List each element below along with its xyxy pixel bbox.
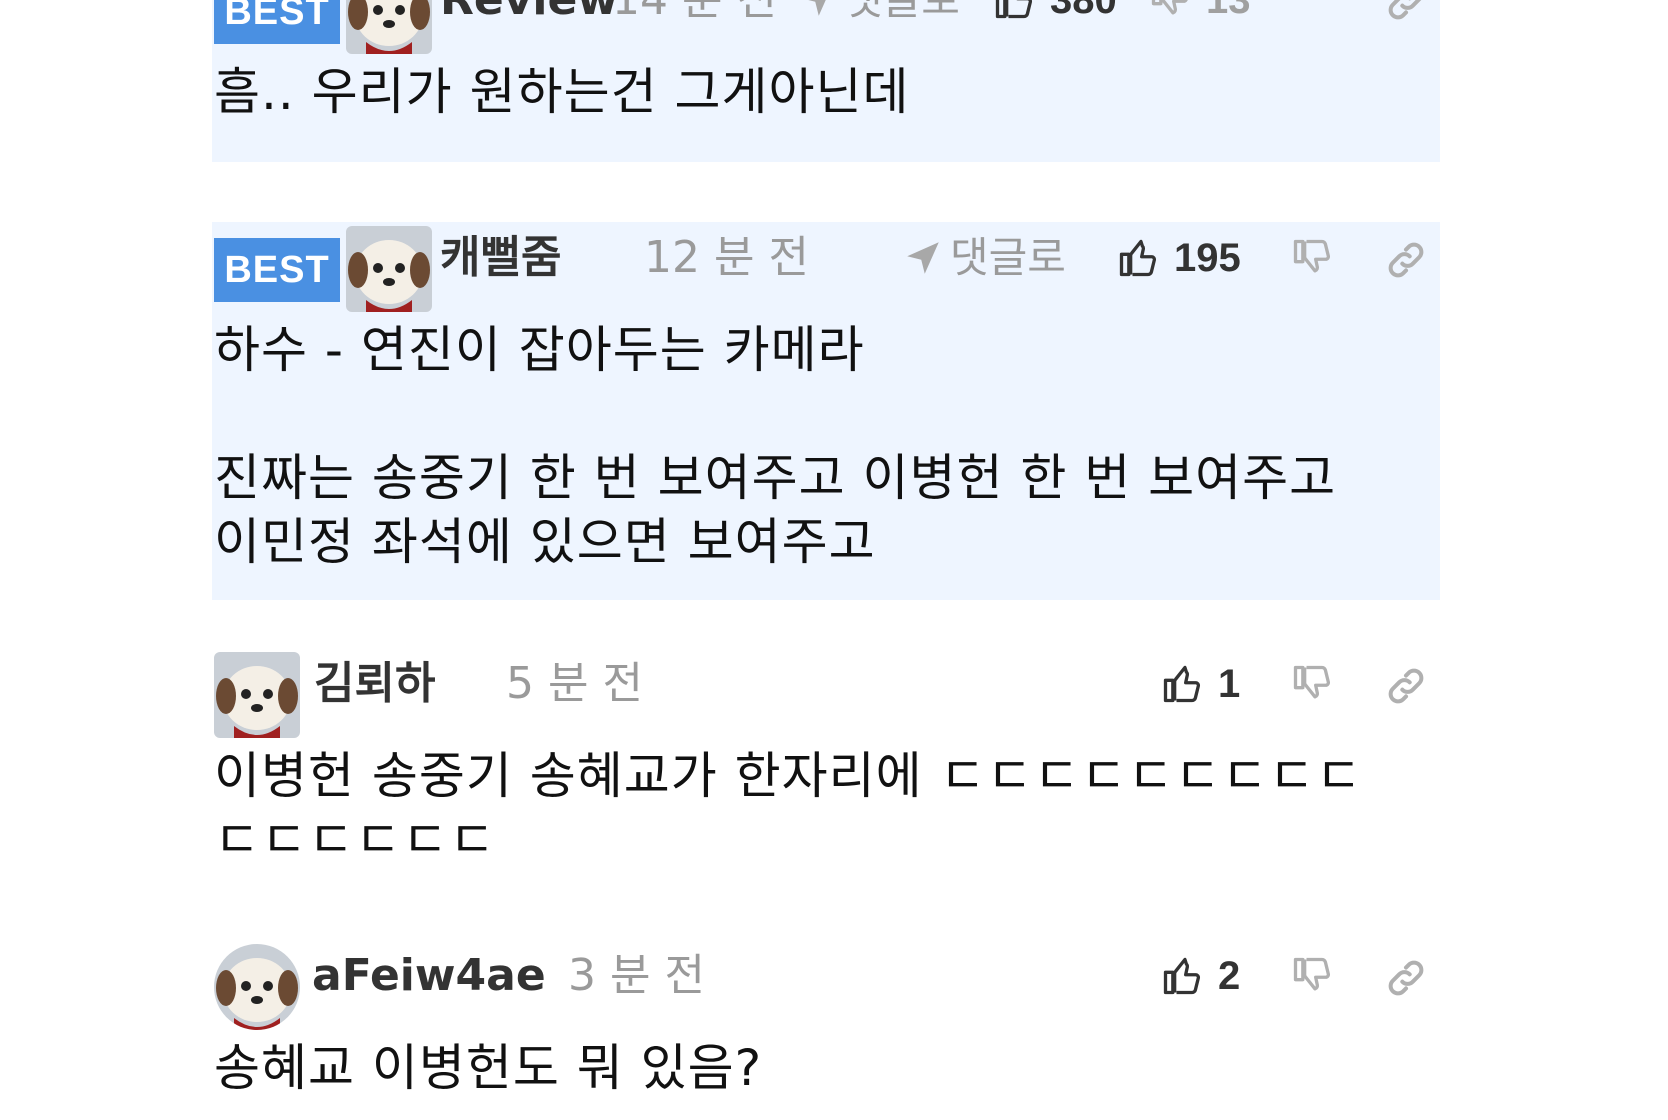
reply-button[interactable]: 댓글로	[796, 0, 960, 26]
thumbs-down-icon	[1290, 662, 1334, 706]
comment-item: aFeiw4ae 3 분 전 2 송혜교 이병헌도 뭐 있음?	[212, 940, 1440, 1120]
reply-button[interactable]: 댓글로	[902, 232, 1066, 284]
like-button[interactable]: 2	[1160, 950, 1240, 1002]
comment-body: 이병헌 송중기 송혜교가 한자리에 ㄷㄷㄷㄷㄷㄷㄷㄷㄷ ㄷㄷㄷㄷㄷㄷ	[214, 747, 1363, 869]
comment-item: BEST Review 14 분 전 댓글로 380 13 흠.. 우리가 원하…	[212, 0, 1440, 162]
comment-header: 김뢰하 5 분 전 1	[212, 648, 1440, 744]
dislike-button[interactable]: 13	[1148, 0, 1251, 26]
best-badge: BEST	[214, 238, 340, 302]
comment-item: BEST 캐뻘줌 12 분 전 댓글로 195 하수 - 연진이 잡아두는 카메…	[212, 222, 1440, 600]
dislike-button[interactable]	[1290, 658, 1334, 710]
reply-arrow-icon	[902, 237, 944, 279]
comment-body: 송혜교 이병헌도 뭐 있음?	[214, 1039, 763, 1097]
link-icon[interactable]	[1384, 664, 1428, 708]
comment-author[interactable]: aFeiw4ae	[312, 950, 546, 1002]
link-icon[interactable]	[1384, 238, 1428, 282]
comment-time: 5 분 전	[506, 658, 643, 709]
comment-header: aFeiw4ae 3 분 전 2	[212, 940, 1440, 1036]
comment-time: 12 분 전	[644, 232, 809, 283]
comment-header: BEST Review 14 분 전 댓글로 380 13	[212, 0, 1440, 60]
thumbs-down-icon	[1290, 954, 1334, 998]
puppy-avatar-icon[interactable]	[346, 226, 432, 312]
reply-arrow-icon	[796, 0, 838, 21]
like-button[interactable]: 1	[1160, 658, 1240, 710]
dislike-button[interactable]	[1290, 950, 1334, 1002]
comment-author[interactable]: 김뢰하	[314, 658, 435, 710]
comment-item: 김뢰하 5 분 전 1 이병헌 송중기 송혜교가 한자리에 ㄷㄷㄷㄷㄷㄷㄷㄷㄷ …	[212, 648, 1440, 898]
comment-author[interactable]: Review	[440, 0, 618, 26]
thumbs-up-icon	[1160, 954, 1204, 998]
comment-header: BEST 캐뻘줌 12 분 전 댓글로 195	[212, 222, 1440, 318]
puppy-avatar-icon[interactable]	[214, 652, 300, 738]
comment-time: 3 분 전	[568, 950, 705, 1001]
like-count: 1	[1218, 662, 1241, 706]
like-count: 195	[1174, 236, 1241, 280]
reply-label: 댓글로	[950, 233, 1066, 282]
puppy-avatar-icon[interactable]	[214, 944, 300, 1030]
like-count: 2	[1218, 954, 1241, 998]
like-count: 380	[1050, 0, 1117, 22]
best-badge: BEST	[214, 0, 340, 44]
link-icon[interactable]	[1384, 0, 1428, 24]
comment-body: 하수 - 연진이 잡아두는 카메라 진짜는 송중기 한 번 보여주고 이병헌 한…	[214, 321, 1337, 571]
thumbs-down-icon	[1290, 236, 1334, 280]
dislike-button[interactable]	[1290, 232, 1334, 284]
reply-label: 댓글로	[844, 0, 960, 26]
thumbs-up-icon	[1116, 236, 1160, 280]
thumbs-down-icon	[1148, 0, 1192, 22]
dislike-count: 13	[1206, 0, 1251, 22]
like-button[interactable]: 195	[1116, 232, 1241, 284]
comment-body: 흠.. 우리가 원하는건 그게아닌데	[214, 63, 910, 121]
comment-time: 14 분 전	[612, 0, 777, 26]
thumbs-up-icon	[992, 0, 1036, 22]
thumbs-up-icon	[1160, 662, 1204, 706]
like-button[interactable]: 380	[992, 0, 1117, 26]
link-icon[interactable]	[1384, 956, 1428, 1000]
puppy-avatar-icon[interactable]	[346, 0, 432, 54]
comment-author[interactable]: 캐뻘줌	[440, 232, 561, 284]
